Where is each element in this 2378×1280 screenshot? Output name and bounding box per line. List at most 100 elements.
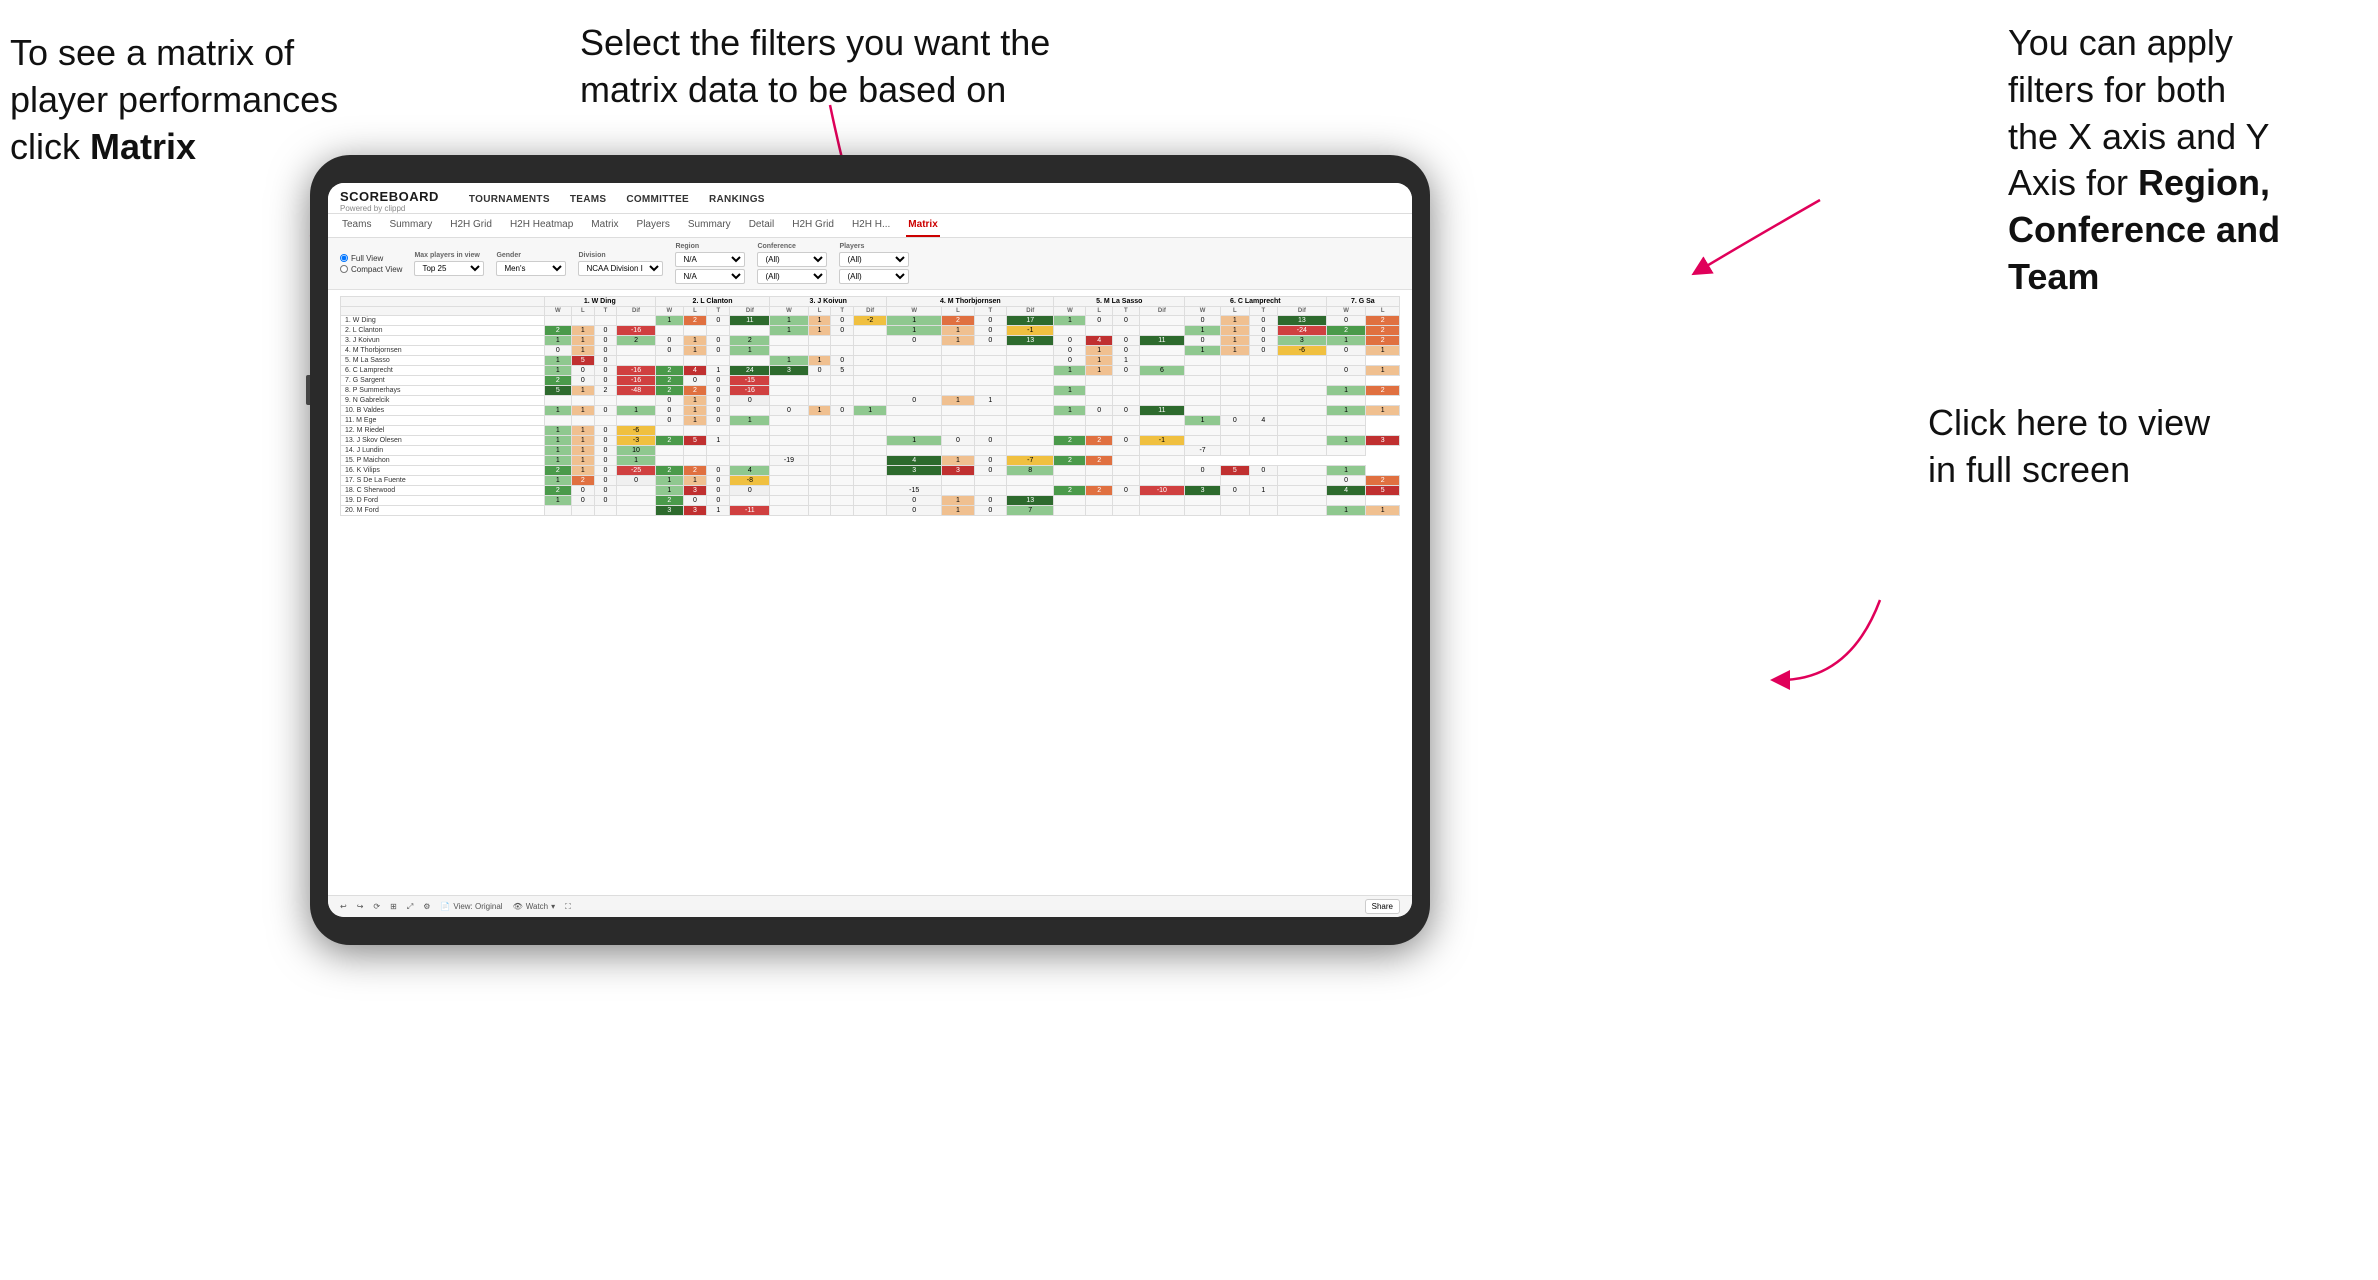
matrix-cell: [683, 356, 706, 366]
redo-btn[interactable]: ↪: [357, 902, 364, 911]
matrix-cell: [974, 476, 1006, 486]
conference-select-1[interactable]: (All): [757, 252, 827, 267]
matrix-cell: 1: [942, 506, 974, 516]
matrix-cell: [1007, 376, 1054, 386]
tab-detail[interactable]: Detail: [747, 214, 777, 237]
nav-committee[interactable]: COMMITTEE: [626, 194, 689, 209]
matrix-cell: 0: [707, 406, 730, 416]
matrix-cell: [1086, 416, 1113, 426]
grid-btn[interactable]: ⊞: [390, 902, 397, 911]
settings-btn[interactable]: ⚙: [423, 902, 430, 911]
matrix-cell: [1278, 436, 1327, 446]
matrix-cell: 0: [887, 506, 942, 516]
matrix-cell: 0: [571, 376, 594, 386]
matrix-cell: 1: [887, 316, 942, 326]
zoom-fit-btn[interactable]: ⤢: [407, 902, 413, 912]
view-original-btn[interactable]: 📄 View: Original: [440, 902, 502, 911]
matrix-cell: [707, 326, 730, 336]
region-select-2[interactable]: N/A: [675, 269, 745, 284]
matrix-cell: [544, 506, 571, 516]
tab-summary[interactable]: Summary: [387, 214, 434, 237]
radio-full-view[interactable]: Full View: [340, 254, 402, 263]
tab-summary2[interactable]: Summary: [686, 214, 733, 237]
matrix-cell: 4: [887, 456, 942, 466]
nav-tournaments[interactable]: TOURNAMENTS: [469, 194, 550, 209]
max-players-select[interactable]: Top 25: [414, 261, 484, 276]
matrix-cell: [887, 366, 942, 376]
tab-matrix[interactable]: Matrix: [589, 214, 620, 237]
matrix-cell: [831, 426, 854, 436]
nav-rankings[interactable]: RANKINGS: [709, 194, 765, 209]
tab-h2h-grid[interactable]: H2H Grid: [448, 214, 494, 237]
col-header-player: [341, 297, 545, 307]
matrix-cell: 13: [1007, 336, 1054, 346]
players-select-2[interactable]: (All): [839, 269, 909, 284]
matrix-cell: [831, 436, 854, 446]
tab-players[interactable]: Players: [635, 214, 672, 237]
matrix-cell: [974, 406, 1006, 416]
matrix-cell: 0: [974, 506, 1006, 516]
matrix-cell: 2: [1366, 476, 1400, 486]
matrix-cell: 1: [770, 316, 809, 326]
matrix-cell: 0: [1086, 406, 1113, 416]
refresh-btn[interactable]: ⟳: [373, 902, 380, 911]
players-select-1[interactable]: (All): [839, 252, 909, 267]
matrix-cell: 0: [974, 496, 1006, 506]
matrix-cell: 0: [887, 396, 942, 406]
matrix-cell: [1139, 326, 1184, 336]
matrix-cell: [1086, 376, 1113, 386]
tab-h2h-grid2[interactable]: H2H Grid: [790, 214, 836, 237]
screen-btn[interactable]: ⛶: [565, 902, 571, 912]
row-player-name: 7. G Sargent: [341, 376, 545, 386]
radio-compact-view[interactable]: Compact View: [340, 265, 402, 274]
matrix-cell: 2: [571, 476, 594, 486]
matrix-cell: 0: [707, 376, 730, 386]
matrix-cell: 0: [544, 346, 571, 356]
matrix-cell: [1054, 396, 1086, 406]
nav-teams[interactable]: TEAMS: [570, 194, 607, 209]
matrix-cell: [887, 346, 942, 356]
matrix-cell: [544, 416, 571, 426]
matrix-cell: [887, 416, 942, 426]
matrix-cell: [808, 426, 831, 436]
matrix-cell: 0: [1113, 346, 1140, 356]
tab-teams[interactable]: Teams: [340, 214, 373, 237]
gender-select[interactable]: Men's: [496, 261, 566, 276]
matrix-area[interactable]: 1. W Ding 2. L Clanton 3. J Koivun 4. M …: [328, 290, 1412, 895]
matrix-cell: [1007, 476, 1054, 486]
share-btn[interactable]: Share: [1365, 899, 1400, 914]
matrix-cell: 0: [594, 476, 617, 486]
matrix-cell: 0: [707, 466, 730, 476]
matrix-cell: [808, 346, 831, 356]
matrix-cell: 2: [1326, 326, 1366, 336]
matrix-cell: [1139, 376, 1184, 386]
region-select-1[interactable]: N/A: [675, 252, 745, 267]
matrix-cell: [571, 416, 594, 426]
tab-bar: Teams Summary H2H Grid H2H Heatmap Matri…: [328, 214, 1412, 238]
undo-btn[interactable]: ↩: [340, 902, 347, 911]
matrix-cell: [887, 386, 942, 396]
matrix-cell: -8: [730, 476, 770, 486]
filter-gender: Gender Men's: [496, 252, 566, 276]
matrix-cell: [1185, 426, 1221, 436]
division-select[interactable]: NCAA Division I: [578, 261, 663, 276]
matrix-cell: [942, 366, 974, 376]
conference-select-2[interactable]: (All): [757, 269, 827, 284]
tab-h2h-heatmap[interactable]: H2H Heatmap: [508, 214, 575, 237]
matrix-cell: [808, 446, 831, 456]
matrix-cell: -24: [1278, 326, 1327, 336]
matrix-cell: 0: [1326, 346, 1366, 356]
matrix-cell: [683, 326, 706, 336]
matrix-cell: [1113, 376, 1140, 386]
matrix-cell: 2: [1054, 456, 1086, 466]
matrix-cell: -15: [730, 376, 770, 386]
matrix-cell: [1113, 456, 1140, 466]
watch-btn[interactable]: 👁 Watch ▾: [513, 902, 556, 911]
matrix-cell: 1: [1366, 366, 1400, 376]
matrix-cell: [942, 406, 974, 416]
tab-h2h-h[interactable]: H2H H...: [850, 214, 892, 237]
row-player-name: 14. J Lundin: [341, 446, 545, 456]
matrix-cell: [1221, 386, 1250, 396]
matrix-cell: 2: [655, 386, 683, 396]
tab-matrix-active[interactable]: Matrix: [906, 214, 939, 237]
